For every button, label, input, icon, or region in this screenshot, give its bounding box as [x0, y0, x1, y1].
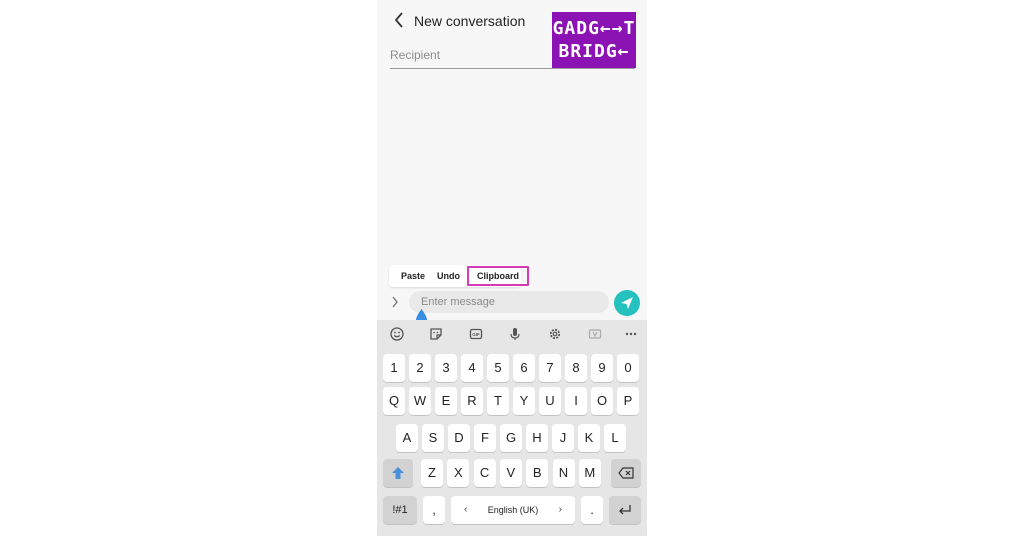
comma-key[interactable]: , [423, 496, 445, 524]
letter-key[interactable]: X [447, 459, 470, 487]
space-key[interactable]: ‹ English (UK) › [451, 496, 575, 524]
expand-button[interactable] [391, 295, 399, 311]
emoji-icon[interactable] [389, 326, 405, 342]
bottom-row: !#1 , ‹ English (UK) › . [377, 496, 647, 524]
backspace-icon [618, 467, 634, 479]
recipient-field-wrap [390, 46, 635, 69]
letter-key[interactable]: L [604, 424, 626, 452]
letter-key[interactable]: J [552, 424, 574, 452]
undo-button[interactable]: Undo [431, 271, 466, 281]
number-key[interactable]: 7 [539, 354, 561, 382]
number-key[interactable]: 3 [435, 354, 457, 382]
letter-key[interactable]: C [473, 459, 496, 487]
chevron-left-icon [394, 12, 403, 28]
phone-screen: New conversation GADG←→T BRIDG← Paste Un… [377, 0, 647, 536]
keyboard-toolbar: GIF [377, 320, 647, 348]
letter-key[interactable]: A [396, 424, 418, 452]
shift-icon [392, 467, 404, 479]
more-icon[interactable] [623, 326, 639, 342]
enter-key[interactable] [609, 496, 641, 524]
logo-line-1: GADG←→T [552, 18, 636, 39]
svg-text:GIF: GIF [472, 332, 480, 337]
gif-icon[interactable]: GIF [468, 326, 484, 342]
backspace-key[interactable] [611, 459, 641, 487]
letter-key[interactable]: K [578, 424, 600, 452]
letter-key[interactable]: M [578, 459, 601, 487]
send-button[interactable] [614, 290, 640, 316]
letter-key[interactable]: W [409, 387, 431, 415]
letter-key[interactable]: R [461, 387, 483, 415]
send-icon [621, 297, 633, 309]
letter-key[interactable]: G [500, 424, 522, 452]
number-key[interactable]: 4 [461, 354, 483, 382]
text-context-menu: Paste Undo Clipboard [389, 265, 530, 287]
letter-key[interactable]: I [565, 387, 587, 415]
number-key[interactable]: 2 [409, 354, 431, 382]
letter-key[interactable]: P [617, 387, 639, 415]
letter-key[interactable]: U [539, 387, 561, 415]
language-label: English (UK) [487, 505, 539, 515]
number-key[interactable]: 0 [617, 354, 639, 382]
enter-icon [619, 505, 631, 515]
letter-key[interactable]: D [448, 424, 470, 452]
lang-prev-arrow: ‹ [464, 504, 468, 515]
letter-key[interactable]: E [435, 387, 457, 415]
number-key[interactable]: 6 [513, 354, 535, 382]
number-key[interactable]: 9 [591, 354, 613, 382]
letter-key[interactable]: H [526, 424, 548, 452]
number-key[interactable]: 1 [383, 354, 405, 382]
recipient-input[interactable] [390, 46, 550, 64]
message-input[interactable] [409, 291, 609, 313]
paste-button[interactable]: Paste [389, 271, 431, 281]
letter-key[interactable]: N [552, 459, 575, 487]
letter-key[interactable]: Q [383, 387, 405, 415]
letter-key[interactable]: Z [421, 459, 443, 487]
number-row: 1234567890 [377, 354, 647, 382]
letter-key[interactable]: O [591, 387, 613, 415]
shift-key[interactable] [383, 459, 413, 487]
sticker-icon[interactable] [428, 326, 444, 342]
gear-icon[interactable] [547, 326, 563, 342]
keyboard: GIF 1234567890 QWERTYUIOP ASDFGHJKL Z X … [377, 320, 647, 536]
back-button[interactable] [391, 12, 407, 30]
letter-key[interactable]: Y [513, 387, 535, 415]
letter-key[interactable]: T [487, 387, 509, 415]
period-key[interactable]: . [581, 496, 603, 524]
zxcv-row: ZXCVBNM [377, 459, 647, 487]
qwerty-row: QWERTYUIOP [377, 387, 647, 415]
number-key[interactable]: 8 [565, 354, 587, 382]
clipboard-button[interactable]: Clipboard [467, 266, 530, 286]
letter-key[interactable]: S [422, 424, 444, 452]
lang-next-arrow: › [558, 504, 562, 515]
letter-key[interactable]: B [526, 459, 549, 487]
symbols-key[interactable]: !#1 [383, 496, 417, 524]
chevron-right-icon [392, 296, 398, 308]
page-title: New conversation [414, 13, 526, 29]
asdf-row: ASDFGHJKL [377, 424, 647, 452]
letter-key[interactable]: V [499, 459, 522, 487]
letter-key[interactable]: F [474, 424, 496, 452]
number-key[interactable]: 5 [487, 354, 509, 382]
mic-icon[interactable] [507, 326, 523, 342]
translate-icon[interactable] [587, 326, 603, 342]
